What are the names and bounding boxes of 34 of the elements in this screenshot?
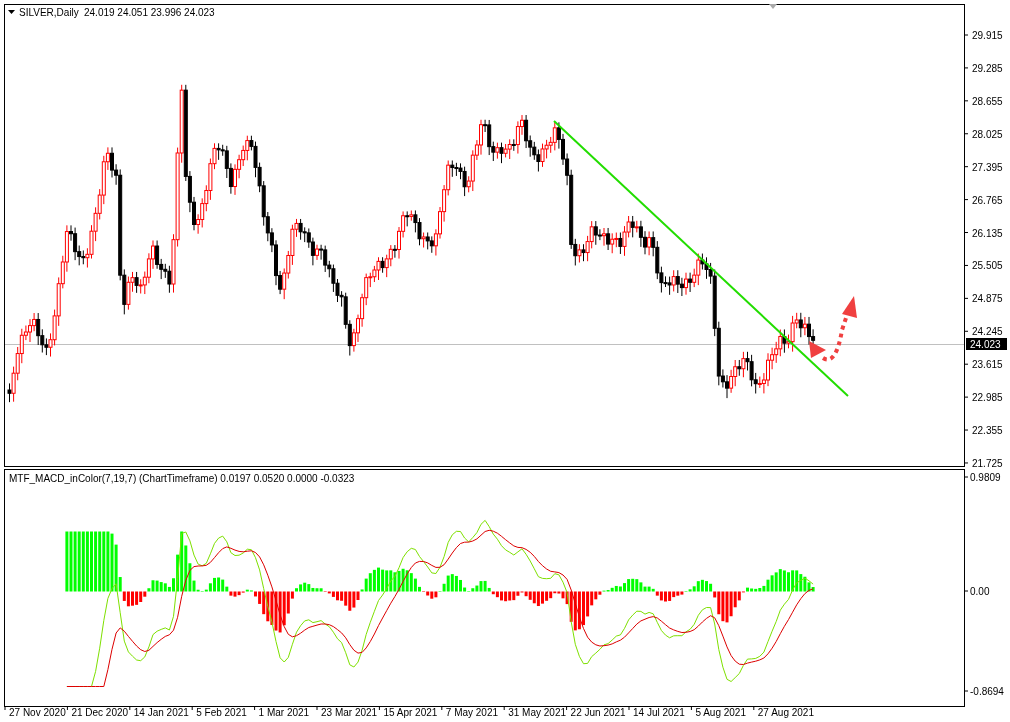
price-axis-label: 22.985 — [972, 392, 1003, 404]
symbol-label: SILVER,Daily — [19, 7, 79, 18]
date-axis-label: 27 Aug 2021 — [757, 707, 814, 718]
price-axis-label: 28.655 — [972, 95, 1003, 107]
date-axis-label: 14 Jul 2021 — [633, 707, 685, 718]
ohlc-values: 24.019 24.051 23.996 24.023 — [84, 7, 215, 18]
date-axis-label: 22 Jun 2021 — [570, 707, 626, 718]
indicator-title: MTF_MACD_inColor(7,19,7) (ChartTimeframe) 0.0197 0.0520 0.0000 -0.0323 — [9, 473, 355, 484]
date-axis-label: 23 Mar 2021 — [321, 707, 378, 718]
date-axis-label: 21 Dec 2020 — [71, 707, 129, 718]
date-axis-label: 31 May 2021 — [508, 707, 567, 718]
indicator-axis-label: -0.8694 — [970, 686, 1004, 697]
price-axis-label: 28.025 — [972, 128, 1003, 140]
price-axis-label: 21.725 — [972, 457, 1003, 469]
date-axis-label: 1 Mar 2021 — [258, 707, 310, 718]
date-axis-label: 7 May 2021 — [445, 707, 499, 718]
price-axis-label: 24.245 — [972, 326, 1003, 338]
price-axis-label: 24.875 — [972, 293, 1003, 305]
price-axis-label: 27.395 — [972, 161, 1003, 173]
price-axis-label: 25.505 — [972, 260, 1003, 272]
date-axis-label: 5 Aug 2021 — [695, 707, 746, 718]
current-price-tag: 24.023 — [966, 338, 1007, 350]
price-axis-label: 26.135 — [972, 227, 1003, 239]
date-axis-label: 5 Feb 2021 — [196, 707, 247, 718]
price-axis-label: 23.615 — [972, 359, 1003, 371]
price-axis-label: 22.355 — [972, 425, 1003, 437]
price-axis-label: 26.765 — [972, 194, 1003, 206]
date-axis-label: 27 Nov 2020 — [9, 707, 66, 718]
price-axis-label: 29.285 — [972, 62, 1003, 74]
price-axis-label: 29.915 — [972, 30, 1003, 41]
indicator-axis-label: 0.9809 — [970, 472, 1001, 483]
date-axis-label: 14 Jan 2021 — [133, 707, 189, 718]
indicator-axis-label: 0.00 — [970, 586, 990, 597]
date-axis-label: 15 Apr 2021 — [383, 707, 438, 718]
